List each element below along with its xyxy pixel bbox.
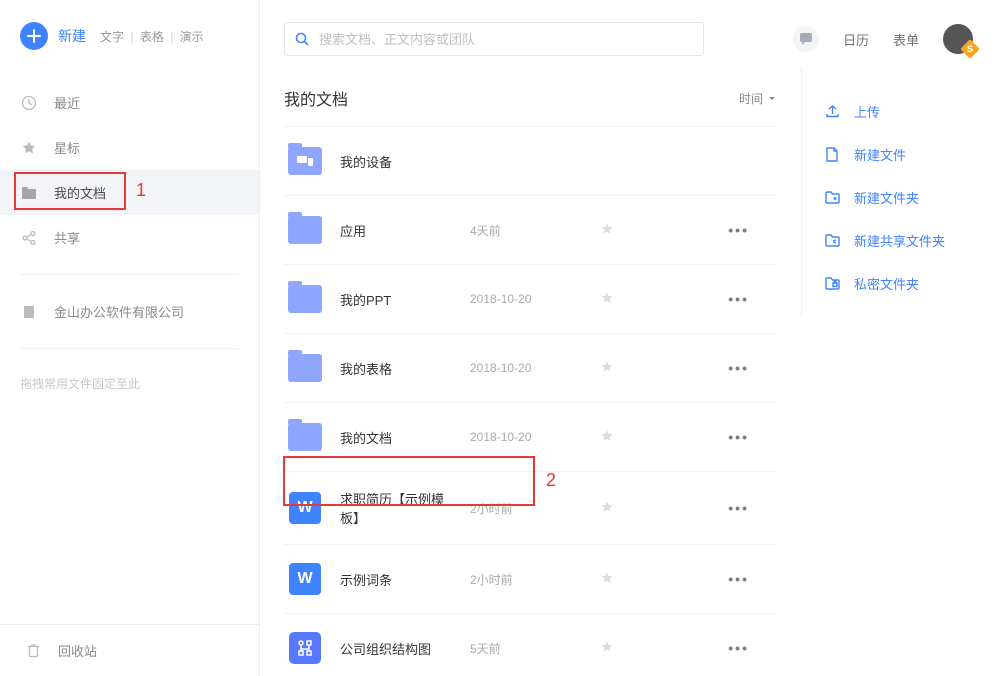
folder-icon: [288, 354, 322, 382]
file-name: 我的PPT: [340, 290, 470, 309]
search-icon: [295, 32, 309, 46]
private-folder-icon: [824, 276, 840, 292]
topbar: 日历 表单 S: [260, 0, 997, 66]
file-row[interactable]: 我的文档2018-10-20 •••: [284, 403, 777, 472]
file-name: 公司组织结构图: [340, 639, 470, 658]
file-time: 4天前: [470, 222, 580, 239]
file-row[interactable]: 我的PPT2018-10-20 •••: [284, 265, 777, 334]
more-button[interactable]: •••: [728, 429, 749, 445]
folder-icon: [288, 423, 322, 451]
messages-button[interactable]: [793, 26, 819, 52]
sidebar-item-shared[interactable]: 共享: [0, 215, 259, 260]
search-input[interactable]: [319, 32, 693, 47]
right-panel-item[interactable]: 新建文件夹: [824, 176, 987, 219]
forms-link[interactable]: 表单: [893, 30, 919, 49]
star-icon[interactable]: [600, 571, 614, 588]
file-time: 2018-10-20: [470, 361, 580, 375]
plus-icon: [27, 29, 41, 43]
new-doc-row: 新建 文字 | 表格 | 演示: [0, 22, 259, 74]
new-label[interactable]: 新建: [58, 26, 86, 46]
folder-icon: [288, 285, 322, 313]
file-name: 我的表格: [340, 359, 470, 378]
calendar-link[interactable]: 日历: [843, 30, 869, 49]
file-row[interactable]: W 示例词条2小时前 •••: [284, 545, 777, 614]
more-button[interactable]: •••: [728, 500, 749, 516]
search-box[interactable]: [284, 22, 704, 56]
file-row[interactable]: W 求职简历【示例模板】2小时前 •••: [284, 472, 777, 545]
sidebar-item-starred[interactable]: 星标: [0, 125, 259, 170]
star-icon[interactable]: [600, 429, 614, 446]
file-time: 2018-10-20: [470, 430, 580, 444]
file-row[interactable]: 我的表格2018-10-20 •••: [284, 334, 777, 403]
word-doc-icon: W: [289, 563, 321, 595]
file-list: 我的设备应用4天前•••我的PPT2018-10-20•••我的表格2018-1…: [284, 126, 777, 676]
sidebar-item-my-docs[interactable]: 我的文档: [0, 170, 259, 215]
file-name: 示例词条: [340, 570, 470, 589]
sidebar-item-recent[interactable]: 最近: [0, 80, 259, 125]
right-panel-item[interactable]: 上传: [824, 90, 987, 133]
main: 日历 表单 S 我的文档 时间 我的设备应用4天前•••我的PPT2018-10…: [260, 0, 997, 676]
new-folder-icon: [824, 190, 840, 206]
new-shared-folder-icon: [824, 233, 840, 249]
file-time: 5天前: [470, 640, 580, 657]
new-file-icon: [824, 147, 840, 163]
file-name: 我的文档: [340, 428, 470, 447]
chevron-down-icon: [767, 93, 777, 103]
new-type-sheet[interactable]: 表格: [140, 30, 164, 44]
sort-dropdown[interactable]: 时间: [739, 90, 777, 107]
right-panel: 上传新建文件新建文件夹新建共享文件夹私密文件夹: [801, 66, 997, 316]
file-name: 我的设备: [340, 152, 470, 171]
star-icon[interactable]: [600, 291, 614, 308]
more-button[interactable]: •••: [728, 640, 749, 656]
star-icon[interactable]: [600, 640, 614, 657]
file-row[interactable]: 应用4天前 •••: [284, 196, 777, 265]
sidebar: 新建 文字 | 表格 | 演示 最近 星标: [0, 0, 260, 676]
sidebar-item-org[interactable]: 金山办公软件有限公司: [0, 289, 259, 334]
drag-hint: 拖拽常用文件固定至此: [0, 363, 259, 404]
right-panel-item[interactable]: 私密文件夹: [824, 262, 987, 305]
avatar[interactable]: S: [943, 24, 973, 54]
avatar-badge: S: [960, 39, 980, 59]
star-icon: [20, 139, 38, 157]
more-button[interactable]: •••: [728, 571, 749, 587]
page-title: 我的文档: [284, 86, 348, 110]
right-panel-item[interactable]: 新建共享文件夹: [824, 219, 987, 262]
clock-icon: [20, 94, 38, 112]
trash-icon: [24, 642, 42, 660]
new-type-links: 文字 | 表格 | 演示: [100, 28, 204, 45]
file-row[interactable]: 我的设备: [284, 126, 777, 196]
devices-folder-icon: [288, 147, 322, 175]
star-icon[interactable]: [600, 222, 614, 239]
new-type-text[interactable]: 文字: [100, 30, 124, 44]
folder-icon: [288, 216, 322, 244]
star-icon[interactable]: [600, 360, 614, 377]
right-panel-item[interactable]: 新建文件: [824, 133, 987, 176]
file-row[interactable]: 公司组织结构图5天前 •••: [284, 614, 777, 676]
new-button[interactable]: [20, 22, 48, 50]
trash-button[interactable]: 回收站: [0, 624, 259, 676]
upload-icon: [824, 104, 840, 120]
new-type-slide[interactable]: 演示: [180, 30, 204, 44]
file-time: 2小时前: [470, 500, 580, 517]
more-button[interactable]: •••: [728, 222, 749, 238]
star-icon[interactable]: [600, 500, 614, 517]
file-name: 求职简历【示例模板】: [340, 489, 470, 527]
org-chart-icon: [289, 632, 321, 664]
file-name: 应用: [340, 221, 470, 240]
more-button[interactable]: •••: [728, 360, 749, 376]
file-time: 2小时前: [470, 571, 580, 588]
building-icon: [20, 303, 38, 321]
file-time: 2018-10-20: [470, 292, 580, 306]
folder-icon: [20, 184, 38, 202]
share-icon: [20, 229, 38, 247]
more-button[interactable]: •••: [728, 291, 749, 307]
message-icon: [799, 32, 813, 46]
word-doc-icon: W: [289, 492, 321, 524]
